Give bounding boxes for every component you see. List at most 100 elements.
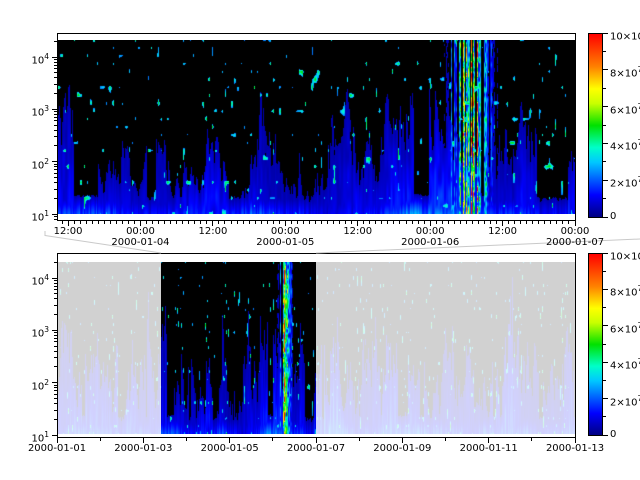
y-tick-minor [54, 283, 57, 284]
x-tick-minor [128, 221, 129, 224]
y-tick-minor [54, 114, 57, 115]
y-tick-minor [54, 65, 57, 66]
colorbar-tick-major [603, 325, 608, 326]
y-tick-minor [54, 219, 57, 220]
x-tick-minor [68, 221, 69, 224]
colorbar-tick-major [603, 253, 608, 254]
colorbar-tick-major [603, 106, 608, 107]
colorbar-tick-label: 8×107 [610, 64, 640, 79]
x-tick-minor [206, 221, 207, 224]
x-tick-minor [104, 221, 105, 224]
colorbar-tick-minor [603, 271, 606, 272]
x-tick-minor [339, 221, 340, 224]
colorbar-tick-major [603, 69, 608, 70]
y-tick-minor [54, 387, 57, 388]
y-tick-minor [54, 332, 57, 333]
colorbar-tick-label: 0 [610, 429, 616, 440]
x-tick-minor [194, 221, 195, 224]
y-tick-minor [54, 289, 57, 290]
x-tick-minor [261, 221, 262, 224]
y-tick-major [52, 214, 57, 215]
x-tick-minor [538, 221, 539, 224]
y-tick-minor [54, 68, 57, 69]
x-tick-minor [412, 221, 413, 224]
x-tick-minor [152, 221, 153, 224]
x-tick-minor [484, 221, 485, 224]
x-tick-minor [466, 221, 467, 224]
x-tick-minor [237, 221, 238, 224]
y-tick-minor [54, 41, 57, 42]
y-tick-minor [54, 145, 57, 146]
x-tick-minor [442, 221, 443, 224]
y-tick-minor [54, 293, 57, 294]
x-tick-minor [74, 221, 75, 224]
x-tick-minor [297, 221, 298, 224]
colorbar-tick-label: 8×107 [610, 283, 640, 298]
y-tick-minor [54, 84, 57, 85]
x-tick-minor [514, 221, 515, 224]
y-tick-minor [54, 59, 57, 60]
x-tick-minor [369, 221, 370, 224]
y-tick-minor [54, 338, 57, 339]
colorbar-tick-label: 4×107 [610, 356, 640, 371]
x-tick-minor [393, 221, 394, 224]
colorbar-tick-major [603, 33, 608, 34]
x-tick-minor [86, 221, 87, 224]
colorbar-tick-label: 2×107 [610, 174, 640, 189]
x-tick-minor [188, 221, 189, 224]
y-tick-minor [54, 366, 57, 367]
y-tick-major [52, 435, 57, 436]
y-tick-minor [54, 130, 57, 131]
x-tick-minor [430, 221, 431, 224]
x-tick-minor [92, 221, 93, 224]
y-tick-minor [54, 173, 57, 174]
x-tick-minor [460, 221, 461, 224]
x-tick-minor [315, 221, 316, 224]
y-tick-minor [54, 351, 57, 352]
colorbar-tick-major [603, 289, 608, 290]
x-tick-minor [496, 221, 497, 224]
x-tick-minor [100, 438, 101, 441]
y-tick-minor [54, 305, 57, 306]
x-tick-label-date: 2000-01-06 [390, 237, 470, 248]
y-tick-label: 101 [2, 208, 49, 223]
colorbar-tick-label: 0 [610, 211, 616, 222]
colorbar-tick-major [603, 362, 608, 363]
colorbar-tick-label: 10×107 [610, 27, 640, 42]
x-tick-minor [424, 221, 425, 224]
x-tick-label-date: 2000-01-07 [276, 443, 356, 454]
y-tick-minor [54, 341, 57, 342]
x-tick-minor [448, 221, 449, 224]
y-tick-minor [54, 111, 57, 112]
x-tick-minor [333, 221, 334, 224]
y-tick-minor [54, 77, 57, 78]
x-tick-minor [556, 221, 557, 224]
x-tick-minor [200, 221, 201, 224]
y-tick-minor [54, 390, 57, 391]
x-tick-label-time: 12:00 [328, 226, 388, 237]
colorbar-tick-minor [603, 307, 606, 308]
x-tick-minor [381, 221, 382, 224]
x-tick-minor [98, 221, 99, 224]
y-tick-minor [54, 177, 57, 178]
x-tick-minor [285, 221, 286, 224]
x-tick-minor [231, 221, 232, 224]
x-tick-minor [134, 221, 135, 224]
x-tick-label-date: 2000-01-04 [100, 237, 180, 248]
y-tick-minor [54, 125, 57, 126]
y-tick-label: 102 [2, 377, 49, 392]
x-tick-minor [520, 221, 521, 224]
x-tick-label-date: 2000-01-07 [535, 237, 615, 248]
x-tick-minor [186, 438, 187, 441]
y-tick-minor [54, 385, 57, 386]
x-tick-minor [508, 221, 509, 224]
x-tick-minor [140, 221, 141, 224]
x-tick-minor [291, 221, 292, 224]
y-tick-minor [54, 286, 57, 287]
x-tick-minor [255, 221, 256, 224]
y-tick-minor [54, 335, 57, 336]
colorbar-tick-label: 2×107 [610, 393, 640, 408]
x-tick-minor [436, 221, 437, 224]
y-tick-label: 103 [2, 324, 49, 339]
y-tick-minor [54, 166, 57, 167]
